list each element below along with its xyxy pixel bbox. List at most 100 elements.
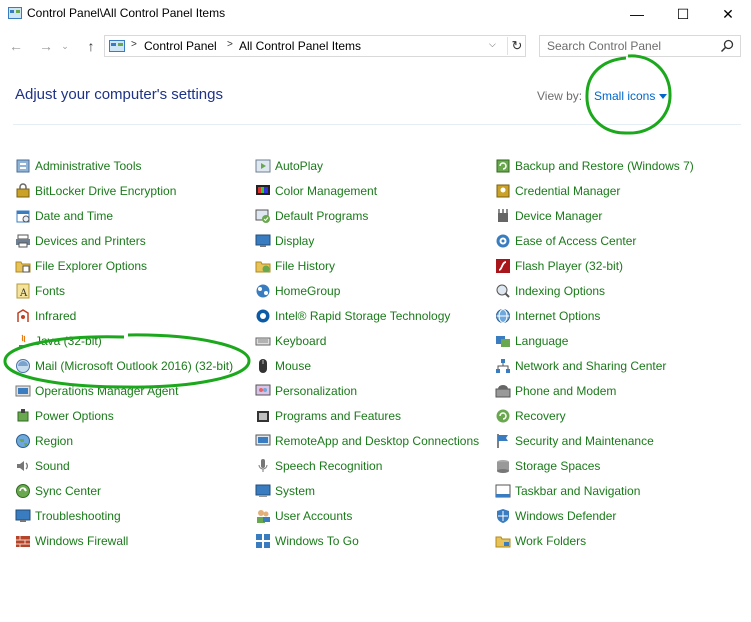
minimize-button[interactable]: — (614, 0, 660, 28)
control-panel-item[interactable]: Troubleshooting (15, 503, 233, 528)
chevron-down-icon[interactable]: ⌵ (489, 39, 496, 50)
control-panel-item[interactable]: Power Options (15, 403, 233, 428)
item-label[interactable]: Recovery (515, 409, 566, 423)
search-input[interactable] (540, 36, 717, 56)
item-label[interactable]: Sync Center (35, 484, 101, 498)
address-bar[interactable]: > Control Panel > All Control Panel Item… (104, 35, 526, 57)
item-label[interactable]: Date and Time (35, 209, 113, 223)
item-label[interactable]: HomeGroup (275, 284, 340, 298)
item-label[interactable]: Fonts (35, 284, 65, 298)
control-panel-item[interactable]: File Explorer Options (15, 253, 233, 278)
item-label[interactable]: Default Programs (275, 209, 368, 223)
item-label[interactable]: Flash Player (32-bit) (515, 259, 623, 273)
search-icon[interactable] (720, 39, 734, 53)
control-panel-item[interactable]: Windows Firewall (15, 528, 233, 553)
item-label[interactable]: Keyboard (275, 334, 326, 348)
control-panel-item[interactable]: Default Programs (255, 203, 479, 228)
item-label[interactable]: File Explorer Options (35, 259, 147, 273)
control-panel-item[interactable]: RemoteApp and Desktop Connections (255, 428, 479, 453)
item-label[interactable]: Color Management (275, 184, 377, 198)
control-panel-item[interactable]: A Fonts (15, 278, 233, 303)
item-label[interactable]: Internet Options (515, 309, 600, 323)
item-label[interactable]: Programs and Features (275, 409, 401, 423)
item-label[interactable]: Indexing Options (515, 284, 605, 298)
item-label[interactable]: Device Manager (515, 209, 602, 223)
control-panel-item[interactable]: Phone and Modem (495, 378, 694, 403)
control-panel-item[interactable]: Mouse (255, 353, 479, 378)
control-panel-item[interactable]: Credential Manager (495, 178, 694, 203)
item-label[interactable]: Language (515, 334, 568, 348)
item-label[interactable]: Java (32-bit) (35, 334, 102, 348)
control-panel-item[interactable]: Color Management (255, 178, 479, 203)
control-panel-item[interactable]: Administrative Tools (15, 153, 233, 178)
item-label[interactable]: Personalization (275, 384, 357, 398)
control-panel-item[interactable]: Date and Time (15, 203, 233, 228)
control-panel-item[interactable]: Speech Recognition (255, 453, 479, 478)
control-panel-item[interactable]: Work Folders (495, 528, 694, 553)
item-label[interactable]: Administrative Tools (35, 159, 142, 173)
control-panel-item[interactable]: Operations Manager Agent (15, 378, 233, 403)
control-panel-item[interactable]: Security and Maintenance (495, 428, 694, 453)
maximize-button[interactable]: ☐ (660, 0, 706, 28)
control-panel-item[interactable]: Internet Options (495, 303, 694, 328)
control-panel-item[interactable]: Region (15, 428, 233, 453)
control-panel-item[interactable]: BitLocker Drive Encryption (15, 178, 233, 203)
item-label[interactable]: System (275, 484, 315, 498)
control-panel-item[interactable]: Windows To Go (255, 528, 479, 553)
view-by-dropdown[interactable]: Small icons (594, 89, 668, 103)
control-panel-item[interactable]: Infrared (15, 303, 233, 328)
item-label[interactable]: Mouse (275, 359, 311, 373)
item-label[interactable]: Devices and Printers (35, 234, 146, 248)
item-label[interactable]: Windows To Go (275, 534, 359, 548)
item-label[interactable]: Windows Firewall (35, 534, 128, 548)
back-button[interactable]: ← (5, 35, 27, 57)
breadcrumb-control-panel[interactable]: Control Panel (144, 39, 217, 53)
control-panel-item[interactable]: System (255, 478, 479, 503)
control-panel-item[interactable]: Display (255, 228, 479, 253)
item-label[interactable]: Troubleshooting (35, 509, 121, 523)
item-label[interactable]: Region (35, 434, 73, 448)
item-label[interactable]: Security and Maintenance (515, 434, 654, 448)
refresh-button[interactable]: ↻ (507, 37, 526, 55)
control-panel-item[interactable]: Network and Sharing Center (495, 353, 694, 378)
search-box[interactable] (539, 35, 741, 57)
control-panel-item[interactable]: Recovery (495, 403, 694, 428)
control-panel-item[interactable]: Personalization (255, 378, 479, 403)
forward-button[interactable]: → (35, 35, 57, 57)
item-label[interactable]: Backup and Restore (Windows 7) (515, 159, 694, 173)
close-button[interactable]: ✕ (705, 0, 751, 28)
control-panel-item[interactable]: Windows Defender (495, 503, 694, 528)
control-panel-item[interactable]: Keyboard (255, 328, 479, 353)
up-button[interactable]: ↑ (80, 35, 102, 57)
item-label[interactable]: File History (275, 259, 335, 273)
item-label[interactable]: RemoteApp and Desktop Connections (275, 434, 479, 448)
control-panel-item[interactable]: Indexing Options (495, 278, 694, 303)
item-label[interactable]: Display (275, 234, 314, 248)
control-panel-item[interactable]: HomeGroup (255, 278, 479, 303)
control-panel-item[interactable]: Storage Spaces (495, 453, 694, 478)
breadcrumb-all-items[interactable]: All Control Panel Items (239, 39, 361, 53)
item-label[interactable]: BitLocker Drive Encryption (35, 184, 176, 198)
control-panel-item[interactable]: Intel® Rapid Storage Technology (255, 303, 479, 328)
item-label[interactable]: User Accounts (275, 509, 352, 523)
control-panel-item[interactable]: Taskbar and Navigation (495, 478, 694, 503)
item-label[interactable]: Sound (35, 459, 70, 473)
item-label[interactable]: Intel® Rapid Storage Technology (275, 309, 450, 323)
control-panel-item[interactable]: Device Manager (495, 203, 694, 228)
item-label[interactable]: Power Options (35, 409, 114, 423)
item-label[interactable]: Operations Manager Agent (35, 384, 178, 398)
item-label[interactable]: Taskbar and Navigation (515, 484, 640, 498)
control-panel-item[interactable]: User Accounts (255, 503, 479, 528)
control-panel-item[interactable]: Sound (15, 453, 233, 478)
control-panel-item[interactable]: Programs and Features (255, 403, 479, 428)
control-panel-item[interactable]: AutoPlay (255, 153, 479, 178)
control-panel-item[interactable]: Sync Center (15, 478, 233, 503)
item-label[interactable]: AutoPlay (275, 159, 323, 173)
control-panel-item[interactable]: File History (255, 253, 479, 278)
control-panel-item[interactable]: Ease of Access Center (495, 228, 694, 253)
item-label[interactable]: Phone and Modem (515, 384, 616, 398)
control-panel-item[interactable]: Language (495, 328, 694, 353)
item-label[interactable]: Windows Defender (515, 509, 616, 523)
item-label[interactable]: Speech Recognition (275, 459, 382, 473)
item-label[interactable]: Work Folders (515, 534, 586, 548)
